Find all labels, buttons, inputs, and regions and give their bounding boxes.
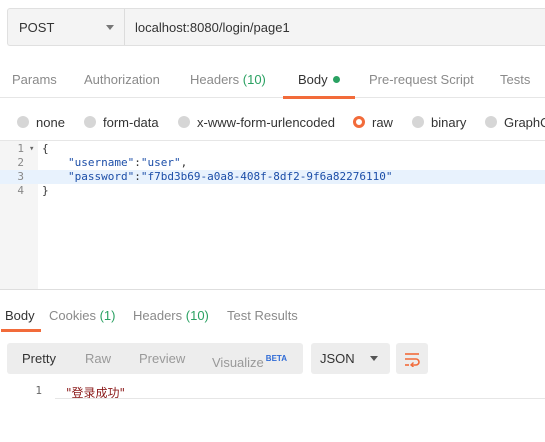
view-label: Pretty [22, 351, 56, 366]
code-text: } [42, 184, 49, 197]
tab-params[interactable]: Params [12, 62, 57, 98]
tab-headers[interactable]: Headers (10) [190, 62, 266, 98]
json-colon: : [134, 156, 141, 169]
tab-label: Headers [133, 308, 183, 323]
radio-binary[interactable]: binary [412, 110, 466, 134]
view-label: Visualize [212, 355, 264, 370]
response-toolbar: Pretty Raw Preview Visualize BETA JSON [7, 343, 545, 374]
radio-label: GraphQ [504, 114, 545, 130]
tab-label: Params [12, 72, 57, 87]
editor-line: 4 } [0, 184, 545, 198]
json-comma: , [180, 156, 188, 169]
code-text: "password":"f7bd3b69-a0a8-408f-8df2-9f6a… [68, 170, 393, 184]
format-label: JSON [320, 351, 355, 366]
code-text: { [42, 142, 49, 155]
view-raw-button[interactable]: Raw [85, 343, 111, 374]
line-number: 1 [35, 384, 42, 397]
tab-tests[interactable]: Tests [500, 62, 530, 98]
response-body-viewer[interactable]: 1 "登录成功" [0, 382, 545, 402]
json-value: "user" [140, 156, 181, 169]
radio-label: none [36, 114, 65, 130]
tab-authorization[interactable]: Authorization [84, 62, 160, 98]
view-visualize-button[interactable]: Visualize BETA [212, 343, 287, 374]
view-label: Preview [139, 351, 186, 366]
tab-label: Body [298, 72, 328, 87]
request-body-editor[interactable]: 1 ▾ { 2 "username":"user", 3 "password":… [0, 140, 545, 290]
line-number: 3 [17, 170, 24, 183]
tab-test-results[interactable]: Test Results [227, 303, 298, 333]
tab-label: Body [5, 308, 35, 323]
editor-line-active: 3 "password":"f7bd3b69-a0a8-408f-8df2-9f… [0, 170, 545, 184]
tab-count: (1) [99, 308, 116, 323]
method-label: POST [19, 19, 55, 35]
radio-x-www-form-urlencoded[interactable]: x-www-form-urlencoded [178, 110, 335, 134]
json-key: "username" [68, 156, 135, 169]
chevron-down-icon [370, 356, 378, 361]
beta-badge: BETA [265, 354, 287, 363]
divider [55, 398, 545, 399]
response-tabs: Body Cookies (1) Headers (10) Test Resul… [0, 303, 545, 333]
view-preview-button[interactable]: Preview [139, 343, 185, 374]
editor-line: 1 ▾ { [0, 142, 545, 156]
tab-body[interactable]: Body [283, 62, 355, 99]
chevron-down-icon [106, 25, 114, 30]
tab-count: (10) [185, 308, 209, 323]
view-pretty-button[interactable]: Pretty [22, 343, 56, 374]
radio-none[interactable]: none [17, 110, 65, 134]
radio-circle-icon [84, 116, 96, 128]
radio-label: raw [372, 114, 393, 130]
view-label: Raw [85, 351, 112, 366]
wrap-lines-icon [405, 352, 420, 367]
line-number: 2 [17, 156, 24, 169]
tab-label: Cookies [49, 308, 96, 323]
radio-selected-icon [353, 116, 365, 128]
tab-pre-request-script[interactable]: Pre-request Script [369, 62, 474, 98]
json-value: "f7bd3b69-a0a8-408f-8df2-9f6a82276110" [140, 170, 393, 183]
tab-response-body[interactable]: Body [1, 303, 41, 333]
tab-label: Test Results [227, 308, 298, 323]
tab-response-headers[interactable]: Headers (10) [133, 303, 209, 333]
tab-label: Authorization [84, 72, 160, 87]
tab-cookies[interactable]: Cookies (1) [49, 303, 115, 333]
radio-form-data[interactable]: form-data [84, 110, 159, 134]
request-bar: POST localhost:8080/login/page1 [7, 8, 545, 46]
editor-line: 2 "username":"user", [0, 156, 545, 170]
json-colon: : [134, 170, 141, 183]
request-tabs: Params Authorization Headers (10) Body P… [0, 62, 545, 99]
url-text: localhost:8080/login/page1 [135, 19, 290, 35]
code-text: "username":"user", [68, 156, 187, 170]
tab-count: (10) [242, 72, 266, 87]
radio-circle-icon [17, 116, 29, 128]
line-number: 4 [17, 184, 24, 197]
line-number: 1 [17, 142, 24, 155]
radio-label: binary [431, 114, 467, 130]
radio-label: form-data [103, 114, 159, 130]
radio-graphql[interactable]: GraphQ [485, 110, 545, 134]
fold-arrow-icon[interactable]: ▾ [29, 142, 34, 156]
view-mode-group: Pretty Raw Preview Visualize BETA [7, 343, 303, 374]
url-input[interactable]: localhost:8080/login/page1 [125, 9, 545, 45]
radio-raw[interactable]: raw [353, 110, 393, 134]
json-key: "password" [68, 170, 135, 183]
tab-label: Pre-request Script [369, 72, 474, 87]
radio-circle-icon [485, 116, 497, 128]
radio-circle-icon [412, 116, 424, 128]
tab-label: Headers [190, 72, 240, 87]
body-type-radios: none form-data x-www-form-urlencoded raw… [0, 110, 545, 134]
wrap-lines-button[interactable] [396, 343, 428, 374]
tab-label: Tests [500, 72, 531, 87]
method-select[interactable]: POST [8, 9, 125, 45]
radio-label: x-www-form-urlencoded [197, 114, 335, 130]
radio-circle-icon [178, 116, 190, 128]
format-select[interactable]: JSON [311, 343, 390, 374]
status-dot-icon [332, 76, 340, 83]
